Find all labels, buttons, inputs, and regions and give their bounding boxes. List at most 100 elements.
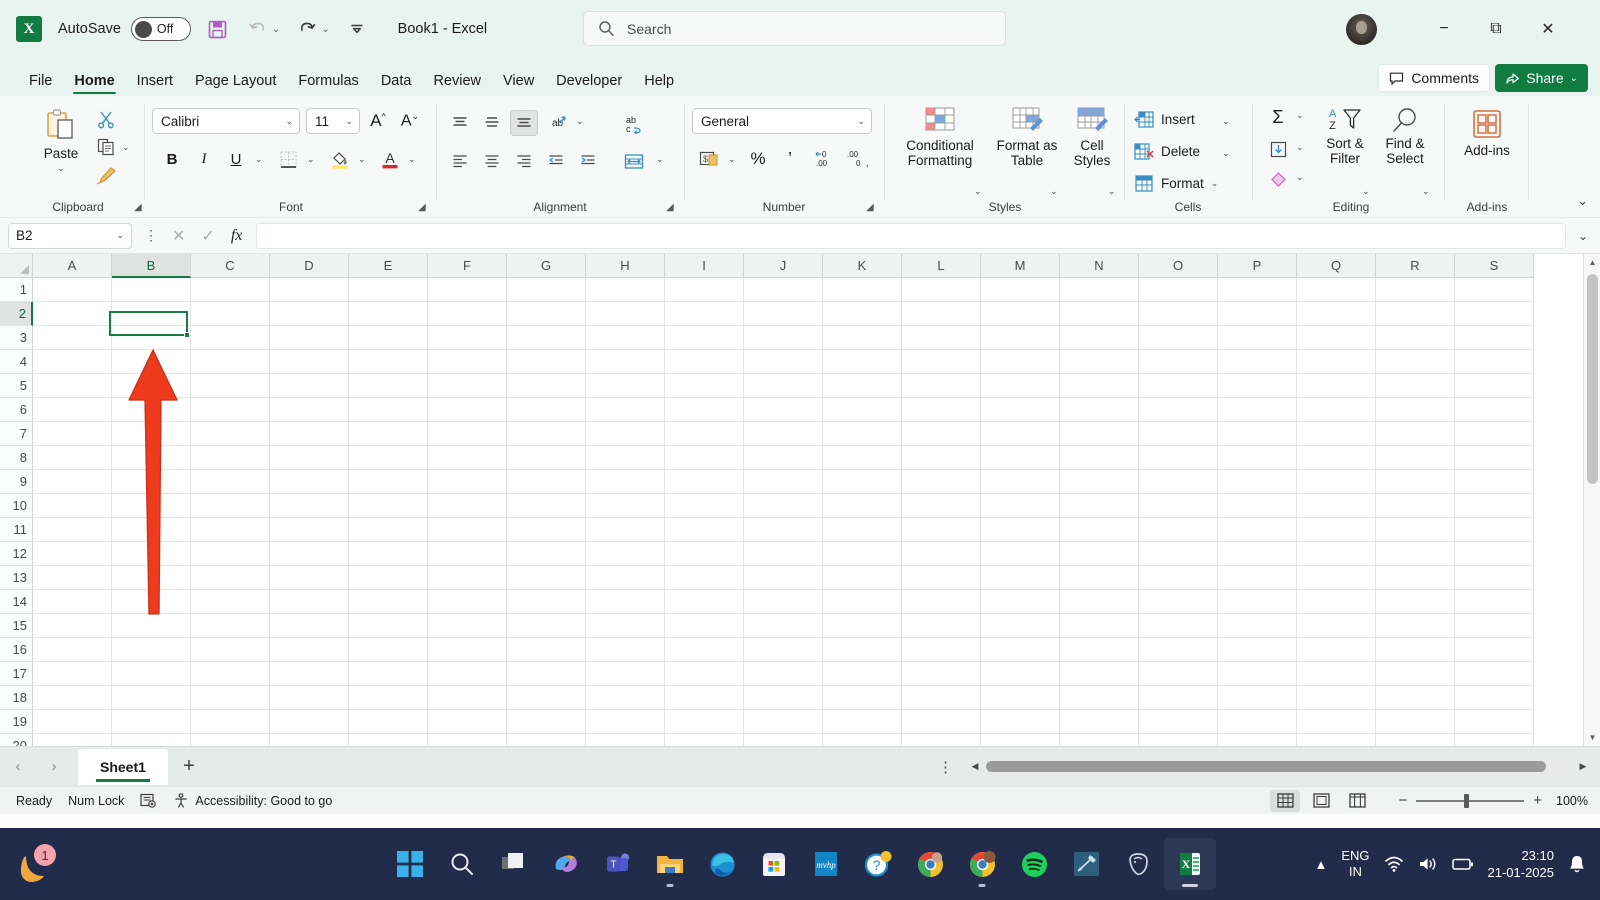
paste-caret-icon[interactable]: ⌄ — [57, 161, 65, 176]
cell-A3[interactable] — [33, 326, 112, 350]
cell-B10[interactable] — [112, 494, 191, 518]
scroll-down-icon[interactable]: ▼ — [1584, 729, 1600, 746]
cell-S13[interactable] — [1455, 566, 1534, 590]
cell-P5[interactable] — [1218, 374, 1297, 398]
cell-K18[interactable] — [823, 686, 902, 710]
fill-handle[interactable] — [184, 332, 190, 338]
cell-G2[interactable] — [507, 302, 586, 326]
cell-N16[interactable] — [1060, 638, 1139, 662]
previous-sheet-icon[interactable]: ‹ — [0, 747, 36, 787]
cell-C9[interactable] — [191, 470, 270, 494]
cell-Q14[interactable] — [1297, 590, 1376, 614]
cell-B7[interactable] — [112, 422, 191, 446]
copilot-icon[interactable] — [540, 838, 592, 890]
expand-formula-bar-icon[interactable]: ⌄ — [1578, 229, 1588, 243]
tab-file[interactable]: File — [18, 73, 63, 96]
cell-K9[interactable] — [823, 470, 902, 494]
cell-P1[interactable] — [1218, 278, 1297, 302]
cell-N2[interactable] — [1060, 302, 1139, 326]
share-caret-icon[interactable]: ⌄ — [1570, 73, 1578, 84]
cell-G14[interactable] — [507, 590, 586, 614]
cell-S8[interactable] — [1455, 446, 1534, 470]
cell-J8[interactable] — [744, 446, 823, 470]
cell-M12[interactable] — [981, 542, 1060, 566]
cell-O9[interactable] — [1139, 470, 1218, 494]
cell-B18[interactable] — [112, 686, 191, 710]
find-and-select-button[interactable]: Find & Select — [1376, 106, 1434, 166]
cell-L14[interactable] — [902, 590, 981, 614]
decrease-font-size-button[interactable]: A⌄ — [396, 108, 424, 134]
cell-M10[interactable] — [981, 494, 1060, 518]
cell-L4[interactable] — [902, 350, 981, 374]
cell-I6[interactable] — [665, 398, 744, 422]
cell-C1[interactable] — [191, 278, 270, 302]
cell-I3[interactable] — [665, 326, 744, 350]
cell-O14[interactable] — [1139, 590, 1218, 614]
cell-G13[interactable] — [507, 566, 586, 590]
avatar[interactable] — [1346, 14, 1377, 45]
restore-icon[interactable]: ⧉ — [1473, 0, 1519, 58]
show-hidden-icons-icon[interactable]: ▲ — [1314, 857, 1327, 872]
cell-J16[interactable] — [744, 638, 823, 662]
cell-F2[interactable] — [428, 302, 507, 326]
chrome-icon[interactable] — [904, 838, 956, 890]
merge-and-center-button[interactable] — [618, 146, 650, 178]
fill-caret-icon[interactable]: ⌄ — [1296, 142, 1304, 153]
cell-E9[interactable] — [349, 470, 428, 494]
borders-caret-icon[interactable]: ⌄ — [307, 154, 315, 165]
battery-icon[interactable] — [1451, 856, 1474, 872]
cell-Q2[interactable] — [1297, 302, 1376, 326]
underline-button[interactable]: U — [222, 146, 250, 172]
number-format-combobox[interactable]: General ⌄ — [692, 108, 872, 134]
find-select-caret-icon[interactable]: ⌄ — [1422, 186, 1430, 197]
cell-K11[interactable] — [823, 518, 902, 542]
cell-B19[interactable] — [112, 710, 191, 734]
column-header-k[interactable]: K — [823, 254, 902, 278]
cell-O20[interactable] — [1139, 734, 1218, 746]
cell-M13[interactable] — [981, 566, 1060, 590]
zoom-level-label[interactable]: 100% — [1556, 794, 1588, 808]
cell-I20[interactable] — [665, 734, 744, 746]
cell-R19[interactable] — [1376, 710, 1455, 734]
fill-color-caret-icon[interactable]: ⌄ — [358, 154, 366, 165]
cell-K12[interactable] — [823, 542, 902, 566]
cell-C4[interactable] — [191, 350, 270, 374]
cell-J10[interactable] — [744, 494, 823, 518]
cell-I10[interactable] — [665, 494, 744, 518]
cell-G3[interactable] — [507, 326, 586, 350]
cell-M3[interactable] — [981, 326, 1060, 350]
cell-M17[interactable] — [981, 662, 1060, 686]
share-button[interactable]: Share ⌄ — [1495, 64, 1588, 92]
cell-C13[interactable] — [191, 566, 270, 590]
cell-R12[interactable] — [1376, 542, 1455, 566]
cell-G5[interactable] — [507, 374, 586, 398]
cell-D3[interactable] — [270, 326, 349, 350]
cell-styles-caret-icon[interactable]: ⌄ — [1108, 186, 1116, 197]
cell-G11[interactable] — [507, 518, 586, 542]
cell-G12[interactable] — [507, 542, 586, 566]
row-header-16[interactable]: 16 — [0, 638, 33, 662]
cell-G8[interactable] — [507, 446, 586, 470]
cell-M8[interactable] — [981, 446, 1060, 470]
column-header-f[interactable]: F — [428, 254, 507, 278]
cell-A8[interactable] — [33, 446, 112, 470]
collapse-ribbon-icon[interactable]: ⌄ — [1577, 193, 1588, 209]
cell-H18[interactable] — [586, 686, 665, 710]
cell-C20[interactable] — [191, 734, 270, 746]
cell-F13[interactable] — [428, 566, 507, 590]
cell-N12[interactable] — [1060, 542, 1139, 566]
taskbar-notification-area[interactable]: 1 — [18, 842, 68, 886]
font-name-combobox[interactable]: Calibri ⌄ — [152, 108, 300, 134]
cell-B15[interactable] — [112, 614, 191, 638]
column-header-s[interactable]: S — [1455, 254, 1534, 278]
cell-G9[interactable] — [507, 470, 586, 494]
row-header-20[interactable]: 20 — [0, 734, 33, 746]
align-right-button[interactable] — [510, 148, 538, 174]
format-caret-icon[interactable]: ⌄ — [1211, 178, 1219, 189]
column-header-d[interactable]: D — [270, 254, 349, 278]
cell-Q5[interactable] — [1297, 374, 1376, 398]
selected-cell-b2[interactable] — [109, 311, 190, 338]
cell-O3[interactable] — [1139, 326, 1218, 350]
cell-styles-button[interactable]: Cell Styles — [1066, 106, 1118, 168]
cell-S14[interactable] — [1455, 590, 1534, 614]
